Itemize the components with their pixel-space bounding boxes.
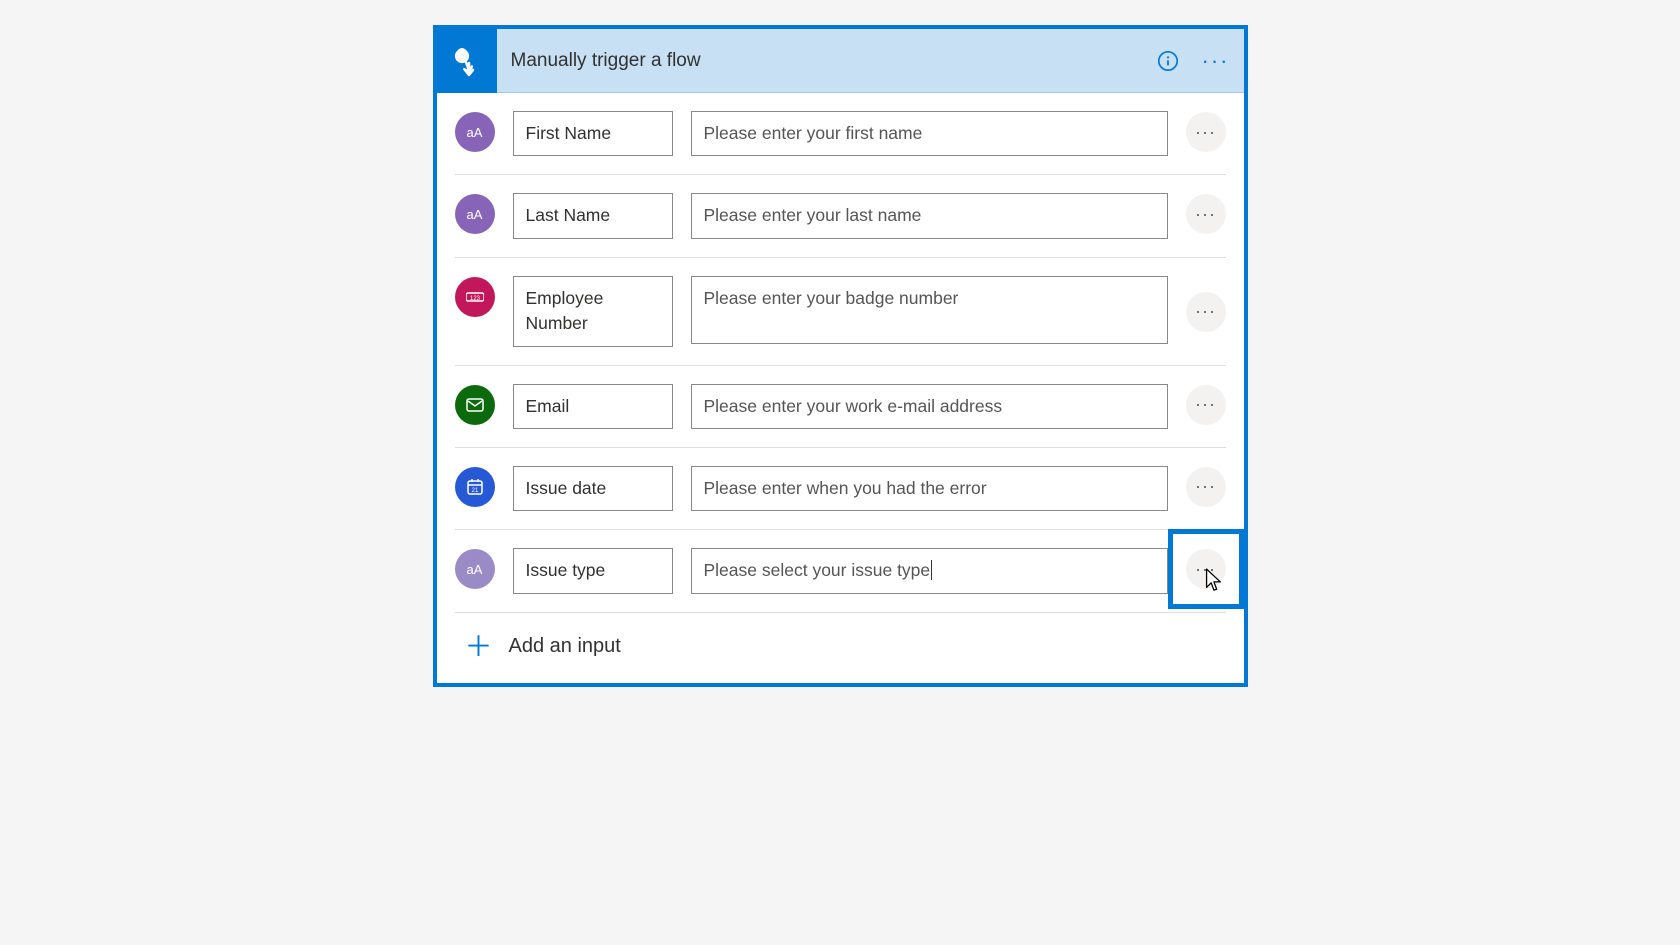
input-row-issue-type: aA Please select your issue type ···: [455, 530, 1226, 612]
trigger-card: Manually trigger a flow ··· aA ··· aA ··…: [433, 25, 1248, 687]
input-row-email: ···: [455, 366, 1226, 448]
info-icon[interactable]: [1148, 41, 1188, 81]
trigger-icon: [437, 29, 497, 93]
input-name-field[interactable]: [513, 111, 673, 156]
row-more-icon[interactable]: ···: [1186, 385, 1226, 425]
input-name-field[interactable]: [513, 193, 673, 238]
number-type-icon: 123: [455, 277, 495, 317]
input-description-field[interactable]: [691, 111, 1168, 156]
input-row-first-name: aA ···: [455, 93, 1226, 175]
plus-icon: ＋: [465, 633, 493, 661]
input-name-field[interactable]: Employee Number: [513, 276, 673, 347]
text-type-icon: aA: [455, 194, 495, 234]
row-more-icon[interactable]: ···: [1186, 194, 1226, 234]
row-more-icon[interactable]: ···: [1186, 112, 1226, 152]
input-description-field[interactable]: [691, 384, 1168, 429]
inputs-list: aA ··· aA ··· 123 Employee Number Please…: [437, 93, 1244, 683]
input-row-employee-number: 123 Employee Number Please enter your ba…: [455, 258, 1226, 366]
card-more-icon[interactable]: ···: [1196, 41, 1236, 81]
card-title: Manually trigger a flow: [497, 50, 1148, 72]
add-input-button[interactable]: ＋ Add an input: [455, 613, 1226, 683]
row-more-icon[interactable]: ···: [1186, 467, 1226, 507]
input-name-field[interactable]: [513, 384, 673, 429]
input-name-field[interactable]: [513, 466, 673, 511]
row-more-icon[interactable]: ···: [1186, 549, 1226, 589]
input-description-field[interactable]: Please select your issue type: [691, 548, 1168, 593]
card-header[interactable]: Manually trigger a flow ···: [437, 29, 1244, 93]
row-more-icon[interactable]: ···: [1186, 292, 1226, 332]
highlight-box: [1168, 529, 1244, 609]
input-row-issue-date: 21 ···: [455, 448, 1226, 530]
input-description-field[interactable]: [691, 193, 1168, 238]
date-type-icon: 21: [455, 467, 495, 507]
svg-text:21: 21: [471, 488, 478, 494]
text-type-icon: aA: [455, 549, 495, 589]
text-type-icon: aA: [455, 112, 495, 152]
email-type-icon: [455, 385, 495, 425]
cursor-icon: [1202, 567, 1224, 595]
input-row-last-name: aA ···: [455, 175, 1226, 257]
input-name-field[interactable]: [513, 548, 673, 593]
add-input-label: Add an input: [509, 635, 621, 658]
input-description-field[interactable]: [691, 466, 1168, 511]
svg-text:123: 123: [469, 296, 480, 302]
input-description-field[interactable]: Please enter your badge number: [691, 276, 1168, 344]
